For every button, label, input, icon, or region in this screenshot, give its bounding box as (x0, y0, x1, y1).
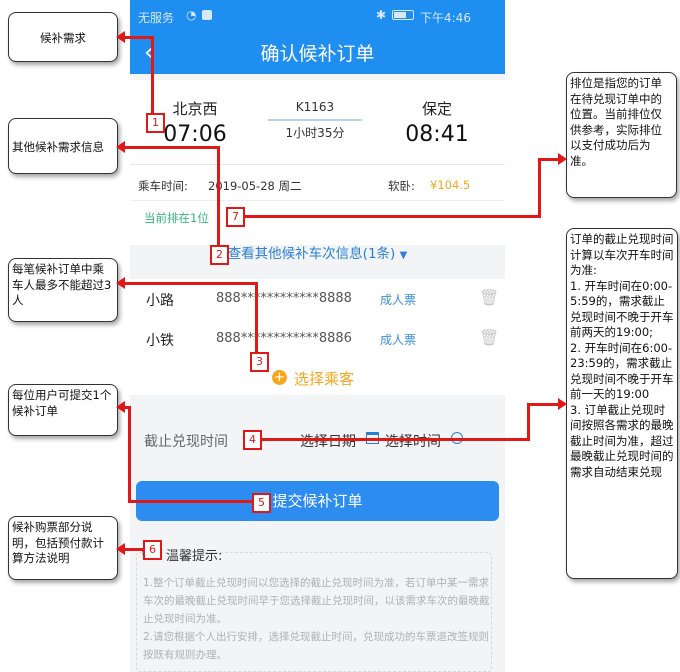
connector-line (124, 146, 220, 149)
trash-icon[interactable]: 🗑 (479, 328, 499, 347)
divider (130, 200, 505, 201)
callout-other-needs: 其他候补需求信息 (8, 118, 118, 174)
marker-6: 6 (143, 540, 162, 560)
chevron-down-icon: ▼ (399, 250, 408, 261)
marker-5: 5 (252, 493, 271, 513)
passenger-row: 小路 888************8888 成人票 🗑 (130, 279, 505, 319)
deadline-label: 截止兑现时间 (144, 434, 228, 450)
bluetooth-icon: ✱ (376, 8, 387, 22)
queue-position: 当前排在1位 (144, 211, 209, 225)
deadline-row: 截止兑现时间 选择日期 选择时间 (130, 417, 505, 465)
battery-icon (392, 10, 414, 20)
connector-line (124, 548, 144, 551)
to-station: 保定 (421, 100, 452, 118)
route-arrow-icon (268, 119, 362, 121)
add-passenger-row[interactable]: + 选择乘客 (130, 359, 505, 395)
phone-screen: 无服务 ◔ ✱ 下午4:46 ‹ 确认候补订单 北京西 07:06 K1163 … (130, 0, 505, 672)
connector-line (124, 36, 154, 39)
passenger-name: 小路 (146, 293, 174, 309)
ride-date-label: 乘车时间: (138, 179, 188, 193)
connector-line (527, 403, 530, 441)
marker-2: 2 (210, 245, 229, 265)
marker-7: 7 (226, 207, 245, 227)
arrowhead-icon (116, 543, 125, 555)
callout-deadline-rules: 订单的截止兑现时间计算以车次开车时间为准: 1. 开车时间在0:00-5:59的… (566, 228, 678, 579)
arrowhead-icon (116, 141, 125, 153)
status-time: 下午4:46 (420, 11, 471, 25)
arrowhead-icon (116, 31, 125, 43)
arrowhead-icon (558, 398, 567, 410)
duration: 1小时35分 (285, 126, 345, 140)
choose-passenger-label: 选择乘客 (294, 370, 355, 388)
arrowhead-icon (558, 153, 567, 165)
seat-type: 软卧: (388, 179, 415, 193)
connector-line (255, 282, 258, 352)
add-circle-icon: + (272, 370, 287, 385)
callout-payment-explain: 候补购票部分说明，包括预付款计算方法说明 (8, 516, 118, 580)
view-other-trains-label: 查看其他候补车次信息(1条) (227, 246, 396, 262)
connector-line (538, 158, 541, 218)
arrowhead-icon (116, 277, 125, 289)
status-carrier: 无服务 (138, 11, 175, 25)
arrowhead-icon (116, 401, 125, 413)
passenger-row: 小铁 888************8886 成人票 🗑 (130, 319, 505, 359)
ticket-type: 成人票 (380, 293, 417, 307)
callout-passenger-limit: 每笔候补订单中乘车人最多不能超过3人 (8, 258, 118, 322)
notification-icon (202, 10, 212, 20)
arrive-time: 08:41 (405, 122, 469, 147)
connector-line (217, 146, 220, 246)
connector-line (242, 215, 540, 218)
connector-line (128, 500, 252, 503)
passenger-name: 小铁 (146, 333, 174, 349)
view-other-trains-link[interactable]: 查看其他候补车次信息(1条) ▼ (130, 245, 505, 265)
train-number: K1163 (295, 100, 335, 114)
callout-order-limit: 每位用户可提交1个候补订单 (8, 384, 118, 436)
passenger-id: 888************8886 (216, 331, 352, 346)
callout-waitlist-need: 候补需求 (8, 12, 118, 62)
tips-text: 1.整个订单截止兑现时间以您选择的截止兑现时间为准，若订单中某一需求车次的最晚截… (143, 574, 491, 664)
ride-date-value: 2019-05-28 周二 (208, 179, 302, 193)
ticket-price: ¥104.5 (430, 178, 471, 192)
passenger-id: 888************8888 (216, 291, 352, 306)
tip-paragraph: 2.请您根据个人出行安排，选择兑现截止时间，兑现成功的车票退改签规则按既有规则办… (143, 631, 490, 661)
wifi-icon: ◔ (186, 8, 197, 22)
connector-line (538, 158, 560, 161)
divider (130, 164, 505, 165)
marker-3: 3 (250, 352, 269, 372)
connector-line (128, 406, 131, 503)
callout-queue-rank: 排位是指您的订单在待兑现订单中的位置。当前排位仅供参考，实际排位以支付成功后为准… (566, 72, 677, 198)
marker-1: 1 (146, 113, 165, 133)
tip-paragraph: 1.整个订单截止兑现时间以您选择的截止兑现时间为准，若订单中某一需求车次的最晚截… (143, 577, 490, 625)
connector-line (151, 36, 154, 114)
trash-icon[interactable]: 🗑 (479, 288, 499, 307)
connector-line (124, 282, 258, 285)
connector-line (527, 403, 560, 406)
marker-4: 4 (243, 430, 262, 450)
connector-line (262, 438, 530, 441)
select-time-button[interactable]: 选择时间 (385, 431, 441, 451)
ticket-type: 成人票 (380, 333, 417, 347)
select-date-button[interactable]: 选择日期 (300, 431, 356, 451)
page-title: 确认候补订单 (260, 43, 375, 65)
status-bar: 无服务 ◔ ✱ 下午4:46 (130, 0, 505, 34)
train-card: 北京西 07:06 K1163 1小时35分 保定 08:41 乘车时间: 20… (130, 80, 505, 245)
title-bar: ‹ 确认候补订单 (130, 34, 505, 74)
